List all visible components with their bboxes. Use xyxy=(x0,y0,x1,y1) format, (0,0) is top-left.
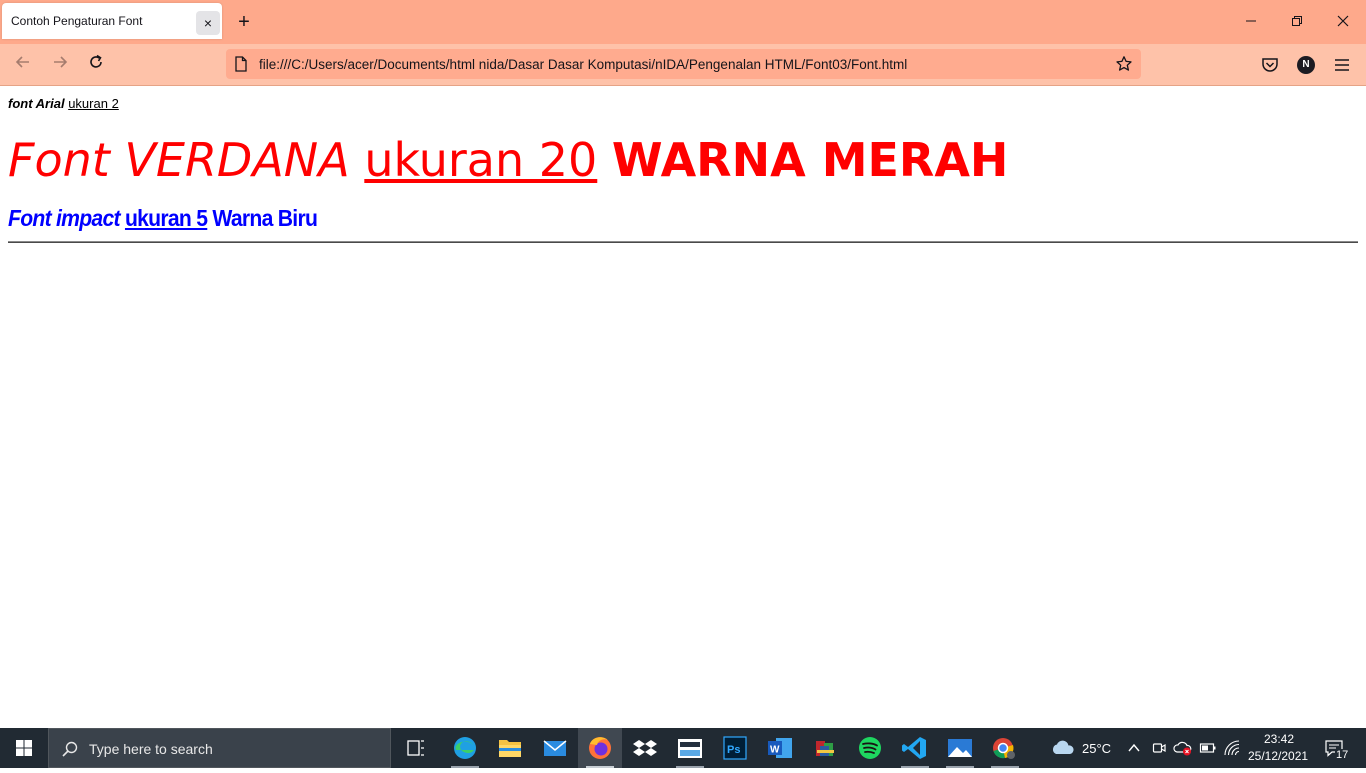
notification-count: 17 xyxy=(1335,749,1350,761)
taskbar-search-box[interactable]: Type here to search xyxy=(48,728,391,768)
start-button[interactable] xyxy=(0,728,48,768)
mail-icon xyxy=(543,740,567,756)
verdana-text: Font VERDANA xyxy=(8,133,350,187)
arrow-left-icon xyxy=(15,56,29,68)
clock-date[interactable]: 25/12/2021 xyxy=(1248,749,1308,763)
taskbar-winrar[interactable] xyxy=(803,728,847,768)
minimize-button[interactable] xyxy=(1228,0,1274,44)
reload-button[interactable] xyxy=(83,52,109,78)
impact-text: Font impact xyxy=(8,205,121,231)
navigation-toolbar: file:///C:/Users/acer/Documents/html nid… xyxy=(0,44,1366,86)
windows-logo-icon xyxy=(16,740,32,756)
tab-close-button[interactable]: × xyxy=(196,11,220,35)
arial-size-text: ukuran 2 xyxy=(68,96,119,111)
taskbar-photoshop[interactable]: Ps xyxy=(713,728,757,768)
taskbar: Type here to search Ps W 25°C 23:42 25/1… xyxy=(0,728,1366,768)
taskbar-edge[interactable] xyxy=(443,728,487,768)
taskbar-chrome[interactable] xyxy=(983,728,1027,768)
folder-icon xyxy=(499,740,521,757)
photoshop-icon: Ps xyxy=(723,736,747,760)
new-tab-button[interactable]: + xyxy=(232,10,256,34)
verdana-color-text: WARNA MERAH xyxy=(611,133,1009,187)
restore-icon xyxy=(1292,16,1302,26)
browser-tab[interactable]: Contoh Pengaturan Font × xyxy=(2,3,222,39)
taskbar-firefox[interactable] xyxy=(578,728,622,768)
word-icon: W xyxy=(768,738,792,758)
arial-text: font Arial xyxy=(8,96,65,111)
reload-icon xyxy=(90,54,102,68)
minimize-icon xyxy=(1246,20,1256,22)
impact-size-text: ukuran 5 xyxy=(124,205,208,231)
task-view-icon xyxy=(407,740,424,756)
taskbar-word[interactable]: W xyxy=(758,728,802,768)
weather-temperature[interactable]: 25°C xyxy=(1082,741,1111,756)
amazon-icon xyxy=(678,739,702,758)
taskbar-file-explorer[interactable] xyxy=(488,728,532,768)
taskbar-vscode[interactable] xyxy=(893,728,937,768)
forward-button[interactable] xyxy=(47,52,73,78)
taskbar-amazon[interactable] xyxy=(668,728,712,768)
back-button[interactable] xyxy=(10,52,36,78)
tab-title: Contoh Pengaturan Font xyxy=(11,14,143,28)
horizontal-rule xyxy=(8,241,1358,243)
restore-button[interactable] xyxy=(1274,0,1320,44)
close-window-button[interactable] xyxy=(1320,0,1366,44)
svg-text:Ps: Ps xyxy=(727,744,740,756)
account-avatar[interactable]: N xyxy=(1297,56,1315,74)
clock-time[interactable]: 23:42 xyxy=(1264,732,1294,746)
chevron-up-icon[interactable] xyxy=(1127,741,1141,755)
vscode-icon xyxy=(902,737,926,759)
impact-line: Font impact ukuran 5 Warna Biru xyxy=(8,205,318,232)
search-placeholder: Type here to search xyxy=(89,741,213,757)
pocket-icon[interactable] xyxy=(1261,56,1279,74)
weather-cloud-icon[interactable] xyxy=(1050,738,1076,758)
chrome-icon xyxy=(993,738,1015,759)
edge-icon xyxy=(454,737,476,759)
taskbar-photos[interactable] xyxy=(938,728,982,768)
wifi-icon[interactable] xyxy=(1223,740,1241,756)
verdana-size-text: ukuran 20 xyxy=(364,133,598,187)
photos-icon xyxy=(948,739,972,757)
page-icon xyxy=(235,56,247,72)
taskbar-spotify[interactable] xyxy=(848,728,892,768)
meet-now-icon[interactable] xyxy=(1151,740,1167,756)
arial-line: font Arial ukuran 2 xyxy=(8,96,119,111)
bookmark-star-icon[interactable] xyxy=(1115,55,1133,73)
close-icon xyxy=(1337,15,1349,27)
search-icon xyxy=(62,741,78,757)
arrow-right-icon xyxy=(54,56,68,68)
taskbar-dropbox[interactable] xyxy=(623,728,667,768)
tab-bar: Contoh Pengaturan Font × + xyxy=(0,0,1366,44)
address-bar[interactable]: file:///C:/Users/acer/Documents/html nid… xyxy=(226,49,1141,79)
dropbox-icon xyxy=(633,740,657,756)
url-text[interactable]: file:///C:/Users/acer/Documents/html nid… xyxy=(259,57,907,72)
battery-icon[interactable] xyxy=(1199,741,1217,755)
spotify-icon xyxy=(859,737,881,759)
firefox-icon xyxy=(589,737,611,759)
task-view-button[interactable] xyxy=(394,728,438,768)
impact-color-text: Warna Biru xyxy=(212,205,318,231)
taskbar-mail[interactable] xyxy=(533,728,577,768)
menu-icon[interactable] xyxy=(1333,56,1351,74)
verdana-line: Font VERDANA ukuran 20 WARNA MERAH xyxy=(8,130,1008,190)
onedrive-error-icon[interactable] xyxy=(1173,739,1193,757)
svg-text:W: W xyxy=(770,745,780,756)
winrar-icon xyxy=(816,741,834,756)
